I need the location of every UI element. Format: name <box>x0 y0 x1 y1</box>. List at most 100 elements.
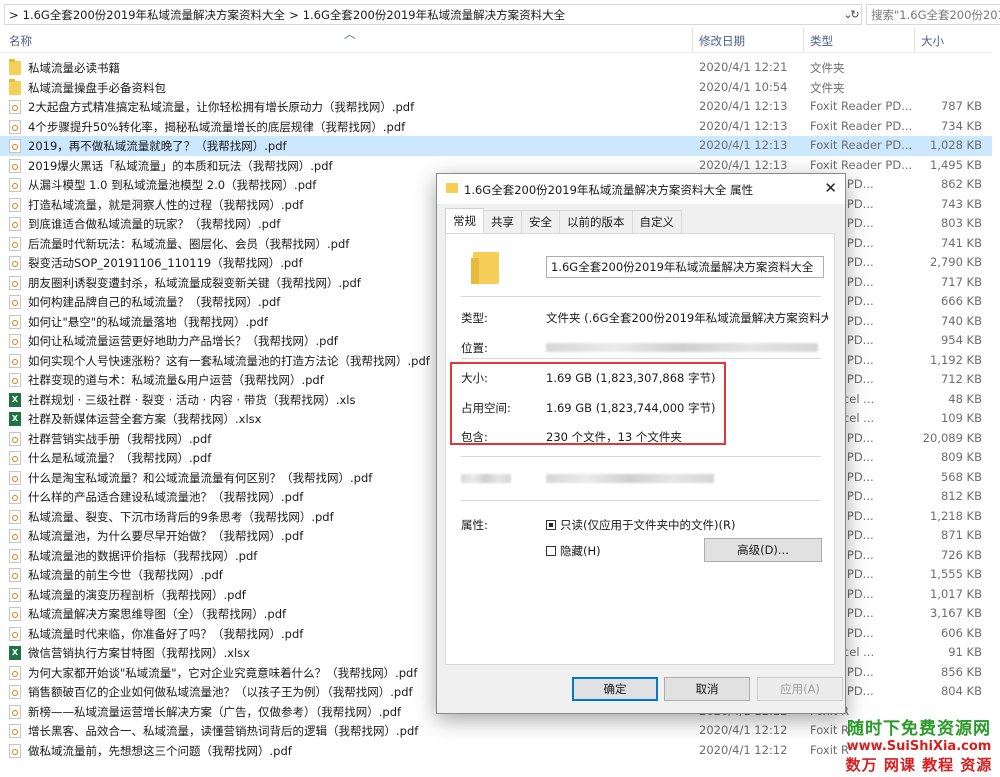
search-input[interactable]: 搜索"1.6G全套200份2019 <box>866 4 1000 25</box>
file-name: 为何大家都开始谈"私域流量"，它对企业究竟意味着什么？（我帮找网）.pdf <box>28 665 418 680</box>
pdf-file-icon <box>9 724 21 738</box>
tab-security[interactable]: 安全 <box>521 210 560 233</box>
file-name: 如何让私域流量运营更好地助力产品增长？（我帮找网）.pdf <box>28 334 338 348</box>
file-size: 741 KB <box>940 235 982 250</box>
file-type: 文件夹 <box>810 61 845 75</box>
file-name: 社群营销实战手册（我帮找网）.pdf <box>28 431 212 446</box>
contains-value: 230 个文件，13 个文件夹 <box>546 430 682 444</box>
column-divider[interactable] <box>803 28 804 52</box>
close-icon[interactable]: ✕ <box>824 179 837 197</box>
general-panel: 1.6G全套200份2019年私域流量解决方案资料大全 类型: 文件夹 (.6G… <box>445 233 835 665</box>
file-name: 4个步骤提升50%转化率，揭秘私域流量增长的底层规律（我帮找网）.pdf <box>28 119 406 134</box>
file-size: 717 KB <box>940 274 982 289</box>
breadcrumb-item[interactable]: 1.6G全套200份2019年私域流量解决方案资料大全 <box>303 7 565 23</box>
file-name: 裂变活动SOP_20191106_110119（我帮找网）.pdf <box>28 256 303 270</box>
hidden-label[interactable]: 隐藏(H) <box>560 543 601 559</box>
vertical-scrollbar[interactable] <box>992 52 1000 777</box>
pdf-file-icon <box>9 334 21 348</box>
file-name: 销售额破百亿的企业如何做私域流量池？（以孩子王为例）（我帮找网）.pdf <box>28 685 413 699</box>
file-size: 803 KB <box>940 216 982 230</box>
file-name: 微信营销执行方案甘特图（我帮找网）.xlsx <box>28 646 250 660</box>
file-name: 如何构建品牌自己的私域流量？（我帮找网）.pdf <box>28 295 281 309</box>
advanced-button[interactable]: 高级(D)... <box>704 538 822 562</box>
file-size: 804 KB <box>940 684 982 698</box>
excel-file-icon: X <box>9 646 21 660</box>
address-path[interactable]: > 1.6G全套200份2019年私域流量解决方案资料大全 > 1.6G全套20… <box>4 4 862 25</box>
file-name: 私域流量池的数据评价指标（我帮找网）.pdf <box>28 548 258 563</box>
file-type: Foxit Reader PD... <box>810 138 913 152</box>
file-name: 2大起盘方式精准搞定私域流量，让你轻松拥有增长原动力（我帮找网）.pdf <box>28 100 415 114</box>
pdf-file-icon <box>9 451 21 465</box>
pdf-file-icon <box>9 256 21 270</box>
created-value-blurred <box>546 474 714 483</box>
file-row[interactable]: 4个步骤提升50%转化率，揭秘私域流量增长的底层规律（我帮找网）.pdf 2020… <box>0 117 1000 137</box>
file-name: 私域流量解决方案思维导图（全）（我帮找网）.pdf <box>28 607 287 621</box>
file-size: 1,192 KB <box>929 352 982 367</box>
file-size: 812 KB <box>940 489 982 503</box>
pdf-file-icon <box>9 275 21 290</box>
apply-button[interactable]: 应用(A) <box>757 677 843 701</box>
disk-size-value: 1.69 GB (1,823,744,000 字节) <box>546 401 716 415</box>
pdf-file-icon <box>9 119 21 134</box>
file-row[interactable]: 私域流量必读书籍 2020/4/1 12:21 文件夹 <box>0 58 1000 78</box>
column-type[interactable]: 类型 <box>810 33 833 49</box>
size-label: 大小: <box>461 371 488 385</box>
file-date: 2020/4/1 12:13 <box>699 99 788 113</box>
breadcrumb-item[interactable]: 1.6G全套200份2019年私域流量解决方案资料大全 <box>23 7 285 23</box>
ok-button[interactable]: 确定 <box>572 677 658 701</box>
pdf-file-icon <box>9 178 21 192</box>
cancel-button[interactable]: 取消 <box>664 677 750 701</box>
size-value: 1.69 GB (1,823,307,868 字节) <box>546 371 716 385</box>
column-divider[interactable] <box>914 28 915 52</box>
file-name: 私域流量、裂变、下沉市场背后的9条思考（我帮找网）.pdf <box>28 509 334 524</box>
file-size: 726 KB <box>940 547 982 562</box>
readonly-label[interactable]: 只读(仅应用于文件夹中的文件)(R) <box>560 517 735 533</box>
watermark-logo: 随时下免费资源网 www.SuiShiXia.com 数万 网课 教程 资源 <box>838 714 1000 777</box>
file-date: 2020/4/1 12:13 <box>699 118 788 133</box>
hidden-checkbox[interactable] <box>546 546 556 556</box>
tab-general[interactable]: 常规 <box>445 208 484 235</box>
file-name: 什么是淘宝私域流量？和公域流量流量有何区别？（我帮找网）.pdf <box>28 470 373 485</box>
file-size: 1,555 KB <box>929 567 982 581</box>
tab-customize[interactable]: 自定义 <box>631 210 682 233</box>
file-size: 1,218 KB <box>929 508 982 523</box>
file-row[interactable]: 2大起盘方式精准搞定私域流量，让你轻松拥有增长原动力（我帮找网）.pdf 2020… <box>0 97 1000 117</box>
pdf-file-icon <box>9 197 21 212</box>
readonly-checkbox[interactable] <box>546 520 556 530</box>
refresh-icon[interactable]: ↻ <box>845 4 865 25</box>
file-size: 787 KB <box>940 99 982 113</box>
folder-name-input[interactable]: 1.6G全套200份2019年私域流量解决方案资料大全 <box>546 256 824 278</box>
dialog-titlebar[interactable]: 1.6G全套200份2019年私域流量解决方案资料大全 属性 ✕ <box>437 174 845 204</box>
file-row[interactable]: 2019，再不做私域流量就晚了？（我帮找网）.pdf 2020/4/1 12:13… <box>0 136 1000 156</box>
attributes-label: 属性: <box>461 518 488 532</box>
file-name: 私域流量的演变历程剖析（我帮找网）.pdf <box>28 587 246 602</box>
file-size: 1,017 KB <box>929 586 982 601</box>
folder-icon <box>471 252 499 284</box>
file-name: 如何实现个人号快速涨粉？这有一套私域流量池的打造方法论（我帮找网）.pdf <box>28 353 430 368</box>
tab-previous-versions[interactable]: 以前的版本 <box>559 210 633 233</box>
location-label: 位置: <box>461 341 488 355</box>
pdf-file-icon <box>9 568 21 582</box>
file-date: 2020/4/1 10:54 <box>699 79 788 94</box>
file-name: 2019爆火黑话「私域流量」的本质和玩法（我帮找网）.pdf <box>28 158 333 173</box>
pdf-file-icon <box>9 139 21 153</box>
column-date[interactable]: 修改日期 <box>699 33 745 49</box>
pdf-file-icon <box>9 529 21 543</box>
tab-sharing[interactable]: 共享 <box>483 210 522 233</box>
file-date: 2020/4/1 12:13 <box>699 138 788 152</box>
pdf-file-icon <box>9 295 21 309</box>
column-name[interactable]: 名称 <box>9 33 32 49</box>
divider <box>461 296 821 297</box>
column-divider[interactable] <box>692 28 693 52</box>
file-size: 743 KB <box>940 196 982 211</box>
created-label-blurred <box>461 474 511 483</box>
dialog-title: 1.6G全套200份2019年私域流量解决方案资料大全 属性 <box>464 183 754 197</box>
folder-icon <box>9 59 21 75</box>
column-size[interactable]: 大小 <box>921 33 944 49</box>
file-size: 1,028 KB <box>929 138 982 152</box>
divider <box>461 500 821 501</box>
type-value: 文件夹 (.6G全套200份2019年私域流量解决方案资料大全) <box>546 311 828 325</box>
pdf-file-icon <box>9 607 21 621</box>
file-row[interactable]: 私域流量操盘手必备资料包 2020/4/1 10:54 文件夹 <box>0 78 1000 98</box>
excel-file-icon: X <box>9 392 21 407</box>
